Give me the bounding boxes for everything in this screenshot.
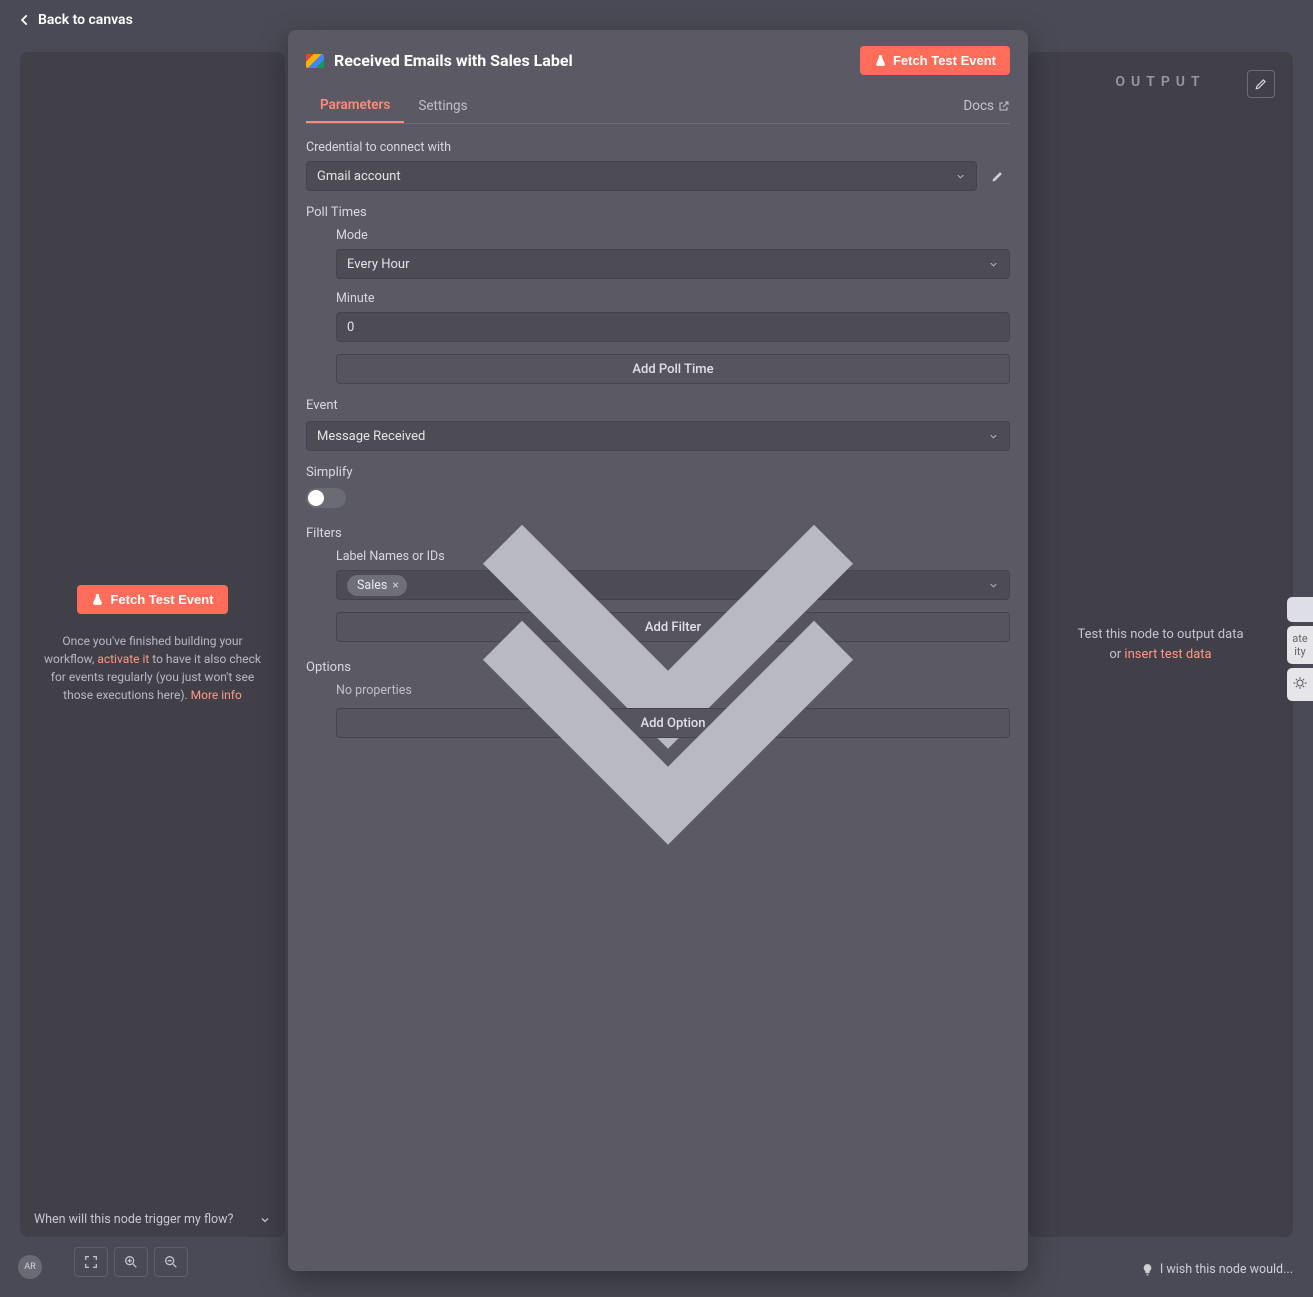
fit-view-button[interactable] bbox=[74, 1247, 108, 1277]
canvas-zoom-toolbar bbox=[74, 1247, 188, 1277]
toggle-knob bbox=[308, 490, 324, 506]
trigger-tip-expander[interactable]: When will this node trigger my flow? bbox=[20, 1202, 285, 1237]
flask-icon bbox=[874, 54, 887, 67]
chevron-down-icon bbox=[337, 392, 999, 1054]
activate-it-link[interactable]: activate it bbox=[97, 652, 149, 666]
lightbulb-icon bbox=[1141, 1263, 1154, 1276]
insert-test-data-link[interactable]: insert test data bbox=[1124, 647, 1211, 662]
trigger-tip-label: When will this node trigger my flow? bbox=[34, 1212, 233, 1227]
mode-label: Mode bbox=[336, 228, 1010, 243]
side-tab-notifications[interactable] bbox=[1287, 597, 1313, 622]
zoom-out-icon bbox=[163, 1254, 179, 1270]
side-tab-bug[interactable] bbox=[1287, 668, 1313, 701]
side-tab-item-1[interactable]: ateity bbox=[1287, 626, 1313, 664]
docs-link[interactable]: Docs bbox=[963, 90, 1010, 122]
feedback-prompt-label: I wish this node would... bbox=[1160, 1262, 1293, 1277]
edit-output-button[interactable] bbox=[1247, 70, 1275, 98]
docs-label: Docs bbox=[963, 98, 994, 114]
side-tabs: ateity bbox=[1287, 597, 1313, 705]
fetch-test-event-label: Fetch Test Event bbox=[893, 53, 996, 68]
mode-value: Every Hour bbox=[347, 257, 410, 272]
fetch-test-event-left-label: Fetch Test Event bbox=[110, 592, 213, 607]
feedback-prompt[interactable]: I wish this node would... bbox=[1141, 1262, 1293, 1277]
gmail-icon bbox=[306, 54, 324, 68]
output-panel-title: OUTPUT bbox=[1115, 74, 1205, 90]
chevron-down-icon bbox=[955, 171, 966, 182]
tab-parameters[interactable]: Parameters bbox=[306, 89, 404, 123]
chevron-down-icon bbox=[259, 1214, 271, 1226]
mode-select[interactable]: Every Hour bbox=[336, 249, 1010, 279]
flask-icon bbox=[91, 593, 104, 606]
credential-select[interactable]: Gmail account bbox=[306, 161, 977, 191]
input-panel: Fetch Test Event Once you've finished bu… bbox=[20, 52, 285, 1237]
fetch-test-event-button[interactable]: Fetch Test Event bbox=[860, 46, 1010, 75]
modal-title-text: Received Emails with Sales Label bbox=[334, 51, 573, 70]
edit-credential-button[interactable] bbox=[985, 163, 1010, 189]
modal-title: Received Emails with Sales Label bbox=[306, 51, 573, 70]
fit-view-icon bbox=[83, 1254, 99, 1270]
output-placeholder-text: Test this node to output data or insert … bbox=[1077, 625, 1243, 664]
add-option-button[interactable]: Add Option bbox=[336, 708, 1010, 738]
left-panel-blurb: Once you've finished building your workf… bbox=[40, 632, 265, 704]
pencil-icon bbox=[990, 169, 1005, 184]
credential-label: Credential to connect with bbox=[306, 140, 1010, 155]
credential-value: Gmail account bbox=[317, 169, 401, 184]
more-info-link[interactable]: More info bbox=[191, 688, 242, 702]
external-link-icon bbox=[998, 100, 1010, 112]
bug-icon bbox=[1293, 676, 1307, 690]
zoom-in-icon bbox=[123, 1254, 139, 1270]
tab-settings[interactable]: Settings bbox=[404, 90, 481, 122]
back-to-canvas-label: Back to canvas bbox=[38, 12, 133, 28]
node-config-modal: Received Emails with Sales Label Fetch T… bbox=[288, 30, 1028, 1271]
pencil-icon bbox=[1254, 77, 1268, 91]
zoom-out-button[interactable] bbox=[154, 1247, 188, 1277]
avatar[interactable]: AR bbox=[18, 1255, 42, 1279]
arrow-left-icon bbox=[18, 13, 32, 27]
output-panel: OUTPUT Test this node to output data or … bbox=[1028, 52, 1293, 1237]
chevron-down-icon bbox=[988, 259, 999, 270]
fetch-test-event-button-left[interactable]: Fetch Test Event bbox=[77, 585, 227, 614]
back-to-canvas-link[interactable]: Back to canvas bbox=[18, 12, 133, 28]
zoom-in-button[interactable] bbox=[114, 1247, 148, 1277]
poll-times-label: Poll Times bbox=[306, 205, 1010, 220]
